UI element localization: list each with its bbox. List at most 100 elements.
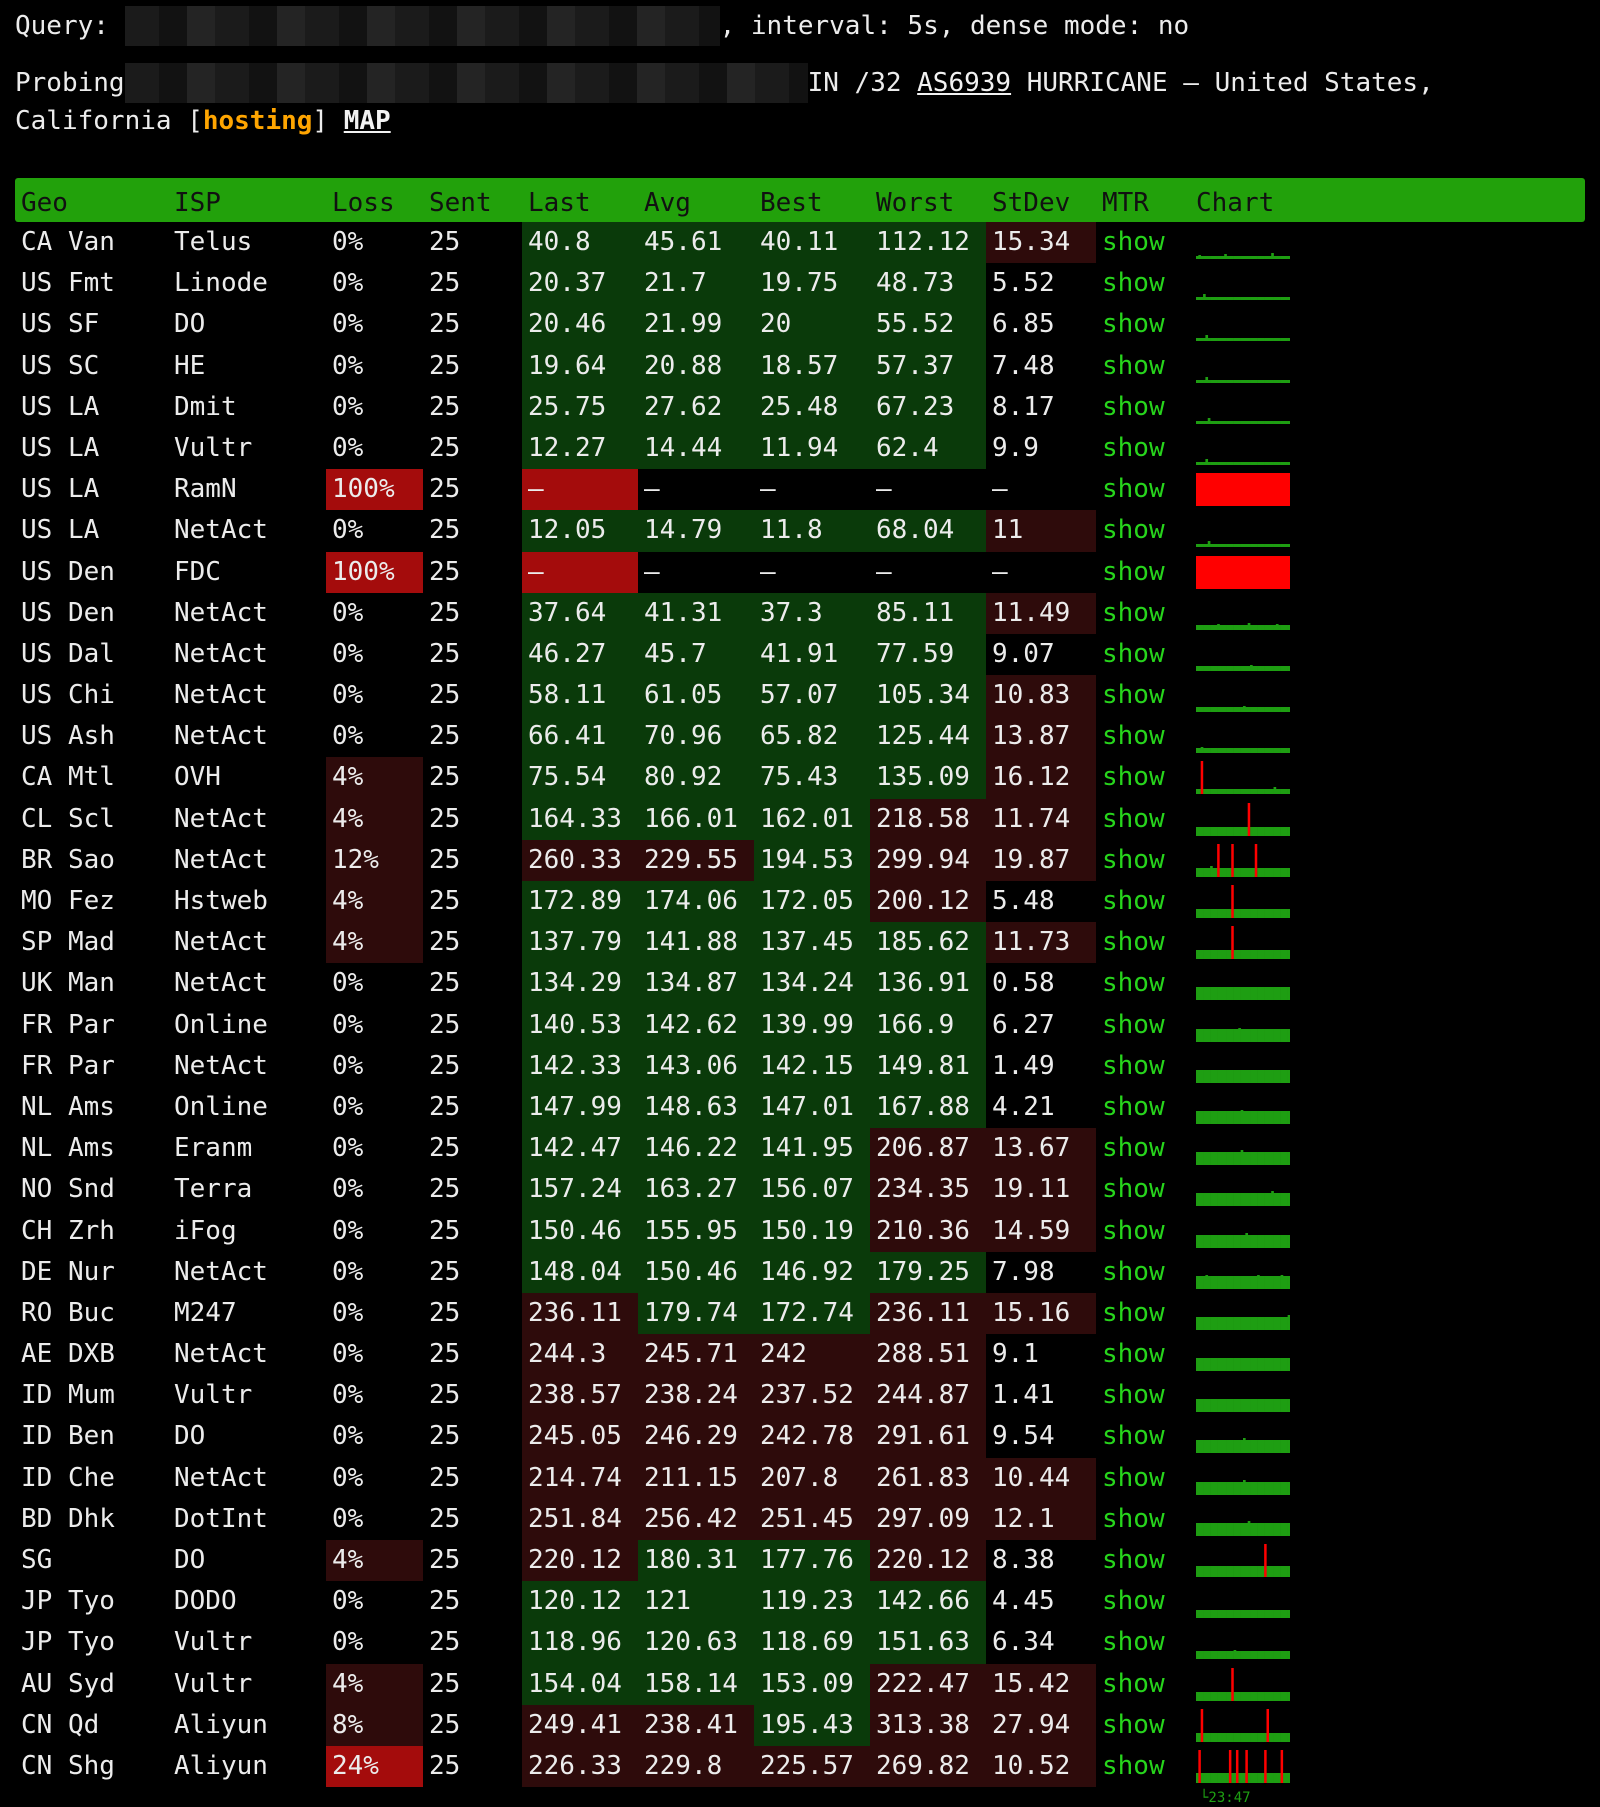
latency-bar bbox=[1207, 624, 1211, 630]
latency-bar bbox=[1264, 987, 1267, 1001]
latency-bar bbox=[1282, 1152, 1286, 1166]
latency-bar bbox=[1280, 297, 1284, 301]
mtr-show-link[interactable]: show bbox=[1096, 1169, 1190, 1210]
latency-bar bbox=[1221, 297, 1225, 301]
latency-bar bbox=[1250, 256, 1253, 259]
latency-bar bbox=[1205, 458, 1209, 465]
asn-link[interactable]: AS6939 bbox=[917, 68, 1011, 98]
cell-avg: 155.95 bbox=[638, 1210, 754, 1252]
mtr-show-link[interactable]: show bbox=[1096, 1581, 1190, 1622]
latency-bar bbox=[1231, 338, 1234, 342]
mtr-show-link[interactable]: show bbox=[1096, 675, 1190, 716]
mtr-show-link[interactable]: show bbox=[1096, 1746, 1190, 1787]
latency-bar bbox=[1203, 1275, 1206, 1289]
mtr-show-link[interactable]: show bbox=[1096, 634, 1190, 675]
cell-last: 12.27 bbox=[522, 427, 638, 470]
mtr-show-link[interactable]: show bbox=[1096, 1540, 1190, 1581]
latency-bar bbox=[1254, 950, 1258, 960]
latency-bar bbox=[1238, 420, 1241, 424]
mtr-show-link[interactable]: show bbox=[1096, 716, 1190, 757]
mtr-show-link[interactable]: show bbox=[1096, 1252, 1190, 1293]
mtr-show-link[interactable]: show bbox=[1096, 469, 1190, 510]
latency-bar bbox=[1278, 1316, 1281, 1330]
latency-bar bbox=[1250, 624, 1253, 630]
mtr-show-link[interactable]: show bbox=[1096, 1211, 1190, 1252]
mtr-show-link[interactable]: show bbox=[1096, 1622, 1190, 1663]
latency-bar bbox=[1259, 707, 1263, 713]
latency-bar bbox=[1233, 748, 1237, 754]
mtr-show-link[interactable]: show bbox=[1096, 922, 1190, 963]
latency-bar bbox=[1226, 1691, 1230, 1701]
cell-best: 137.45 bbox=[754, 922, 870, 964]
latency-bar bbox=[1196, 665, 1199, 671]
latency-bar bbox=[1240, 297, 1244, 301]
mtr-show-link[interactable]: show bbox=[1096, 1128, 1190, 1169]
latency-bar bbox=[1254, 909, 1258, 918]
cell-worst: 55.52 bbox=[870, 304, 986, 346]
latency-bar bbox=[1273, 297, 1277, 301]
mtr-show-link[interactable]: show bbox=[1096, 346, 1190, 387]
latency-bar bbox=[1271, 420, 1274, 424]
latency-bar bbox=[1198, 826, 1201, 836]
latency-bar bbox=[1217, 1275, 1220, 1289]
mtr-show-link[interactable]: show bbox=[1096, 1664, 1190, 1705]
latency-bar bbox=[1282, 1358, 1286, 1372]
mtr-show-link[interactable]: show bbox=[1096, 963, 1190, 1004]
latency-bar bbox=[1268, 624, 1272, 630]
latency-bar bbox=[1259, 1069, 1263, 1083]
mtr-show-link[interactable]: show bbox=[1096, 1087, 1190, 1128]
cell-isp: Online bbox=[174, 1009, 268, 1040]
mtr-show-link[interactable]: show bbox=[1096, 304, 1190, 345]
latency-bar bbox=[1200, 379, 1204, 383]
cell-best: 142.15 bbox=[754, 1045, 870, 1087]
latency-bar bbox=[1214, 420, 1218, 424]
mtr-show-link[interactable]: show bbox=[1096, 1334, 1190, 1375]
latency-bar bbox=[1214, 909, 1218, 918]
latency-bar bbox=[1231, 297, 1234, 301]
mtr-show-link[interactable]: show bbox=[1096, 799, 1190, 840]
mtr-show-link[interactable]: show bbox=[1096, 757, 1190, 798]
cell-avg: 211.15 bbox=[638, 1457, 754, 1499]
mtr-show-link[interactable]: show bbox=[1096, 510, 1190, 551]
latency-bar bbox=[1231, 1566, 1234, 1577]
latency-bar bbox=[1271, 1522, 1274, 1536]
mtr-show-link[interactable]: show bbox=[1096, 1499, 1190, 1540]
mtr-show-link[interactable]: show bbox=[1096, 1458, 1190, 1499]
latency-bar bbox=[1257, 987, 1260, 1001]
latency-bar bbox=[1196, 420, 1199, 424]
latency-bar bbox=[1200, 909, 1204, 918]
latency-bar bbox=[1254, 1234, 1258, 1248]
mtr-show-link[interactable]: show bbox=[1096, 428, 1190, 469]
latency-bar bbox=[1243, 826, 1246, 836]
latency-bar bbox=[1238, 1152, 1241, 1166]
mtr-show-link[interactable]: show bbox=[1096, 222, 1190, 263]
latency-bar bbox=[1226, 950, 1230, 960]
mtr-show-link[interactable]: show bbox=[1096, 263, 1190, 304]
mtr-show-link[interactable]: show bbox=[1096, 1375, 1190, 1416]
latency-bar bbox=[1247, 338, 1251, 342]
mtr-show-link[interactable]: show bbox=[1096, 881, 1190, 922]
latency-bar bbox=[1250, 1440, 1253, 1454]
mtr-show-link[interactable]: show bbox=[1096, 552, 1190, 593]
latency-bar bbox=[1205, 707, 1209, 713]
mtr-show-link[interactable]: show bbox=[1096, 1293, 1190, 1334]
mtr-show-link[interactable]: show bbox=[1096, 1046, 1190, 1087]
map-link[interactable]: MAP bbox=[344, 106, 391, 136]
latency-bar bbox=[1231, 1522, 1234, 1536]
latency-bar bbox=[1257, 1069, 1260, 1083]
latency-bar bbox=[1264, 256, 1267, 259]
latency-bar bbox=[1203, 461, 1206, 465]
mtr-show-link[interactable]: show bbox=[1096, 1005, 1190, 1046]
mtr-show-link[interactable]: show bbox=[1096, 1416, 1190, 1457]
latency-bar bbox=[1212, 1651, 1216, 1660]
latency-bar bbox=[1285, 826, 1288, 836]
cell-worst: 297.09 bbox=[870, 1498, 986, 1540]
latency-bar bbox=[1285, 748, 1288, 754]
mtr-show-link[interactable]: show bbox=[1096, 840, 1190, 881]
latency-bar bbox=[1271, 1069, 1274, 1083]
latency-bar bbox=[1285, 789, 1288, 795]
mtr-show-link[interactable]: show bbox=[1096, 387, 1190, 428]
mtr-show-link[interactable]: show bbox=[1096, 593, 1190, 634]
latency-bar bbox=[1245, 1651, 1248, 1660]
mtr-show-link[interactable]: show bbox=[1096, 1705, 1190, 1746]
